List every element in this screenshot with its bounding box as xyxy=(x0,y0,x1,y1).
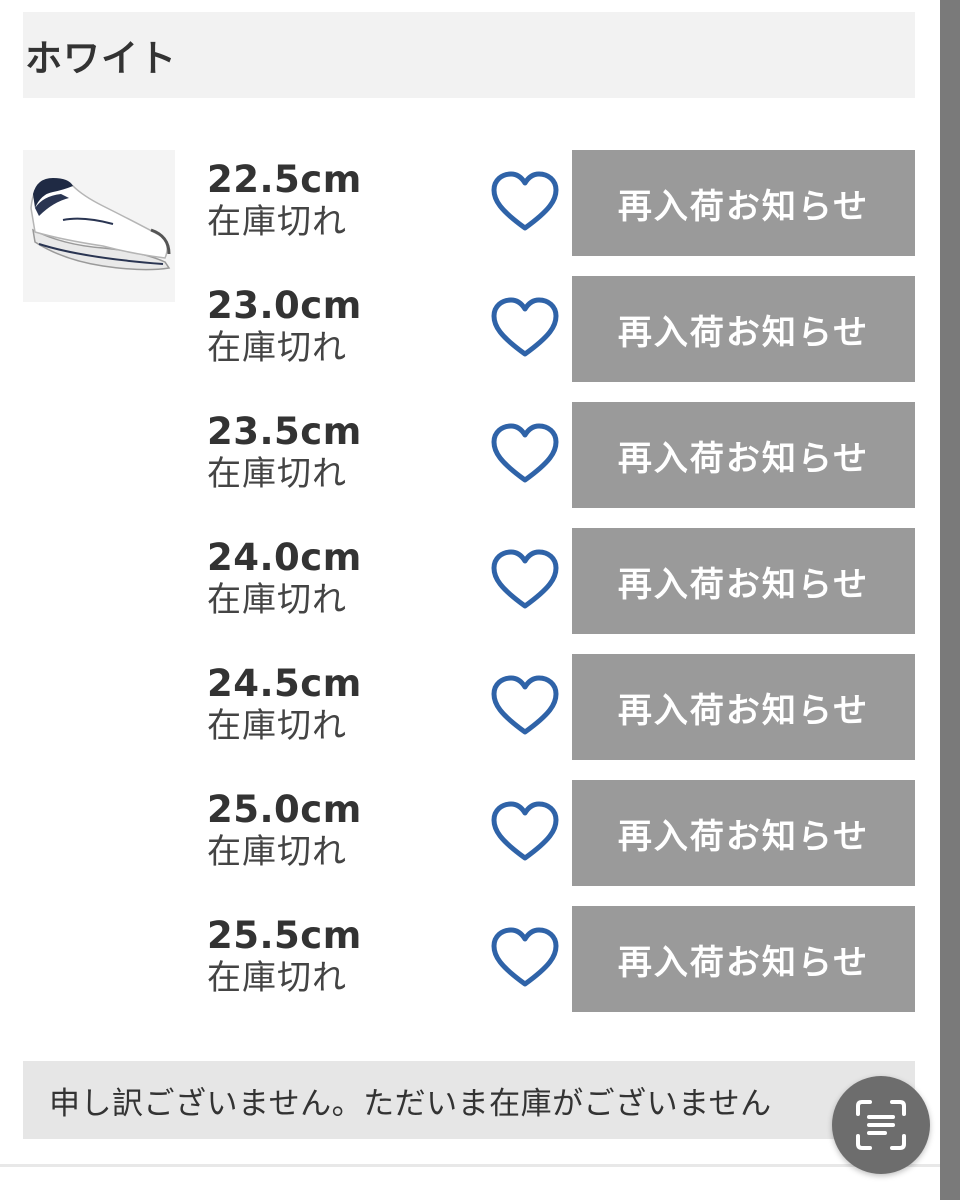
restock-notify-button[interactable]: 再入荷お知らせ xyxy=(572,780,915,886)
restock-notify-button[interactable]: 再入荷お知らせ xyxy=(572,276,915,382)
out-of-stock-notice: 申し訳ございません。ただいま在庫がございません xyxy=(23,1061,915,1139)
stock-status: 在庫切れ xyxy=(207,958,347,998)
size-label: 23.5cm xyxy=(207,410,362,453)
color-name: ホワイト xyxy=(25,37,177,80)
variant-section: ホワイト 22.5cm 在庫切れ 再入荷お知らせ 23.0cm 在庫切れ 再入荷… xyxy=(23,12,915,1012)
heart-outline-icon[interactable] xyxy=(490,170,560,234)
size-row: 22.5cm 在庫切れ 再入荷お知らせ xyxy=(23,150,915,256)
heart-outline-icon[interactable] xyxy=(490,674,560,738)
heart-outline-icon[interactable] xyxy=(490,548,560,612)
size-row: 24.0cm 在庫切れ 再入荷お知らせ xyxy=(23,528,915,634)
size-rows: 22.5cm 在庫切れ 再入荷お知らせ 23.0cm 在庫切れ 再入荷お知らせ xyxy=(23,150,915,1032)
stock-status: 在庫切れ xyxy=(207,706,347,746)
heart-outline-icon[interactable] xyxy=(490,422,560,486)
scrollbar[interactable] xyxy=(940,0,960,1200)
size-row: 23.0cm 在庫切れ 再入荷お知らせ xyxy=(23,276,915,382)
heart-outline-icon[interactable] xyxy=(490,296,560,360)
out-of-stock-text: 申し訳ございません。ただいま在庫がございません xyxy=(49,1085,772,1122)
size-label: 22.5cm xyxy=(207,158,362,201)
stock-status: 在庫切れ xyxy=(207,832,347,872)
heart-outline-icon[interactable] xyxy=(490,926,560,990)
size-info: 25.0cm 在庫切れ xyxy=(207,788,467,872)
size-info: 23.0cm 在庫切れ xyxy=(207,284,467,368)
size-label: 24.0cm xyxy=(207,536,362,579)
size-info: 24.0cm 在庫切れ xyxy=(207,536,467,620)
text-scan-icon xyxy=(856,1100,906,1150)
size-row: 25.5cm 在庫切れ 再入荷お知らせ xyxy=(23,906,915,1012)
divider xyxy=(0,1164,940,1167)
color-header: ホワイト xyxy=(23,12,915,98)
stock-status: 在庫切れ xyxy=(207,454,347,494)
size-label: 25.5cm xyxy=(207,914,362,957)
size-info: 24.5cm 在庫切れ xyxy=(207,662,467,746)
restock-notify-button[interactable]: 再入荷お知らせ xyxy=(572,150,915,256)
size-label: 23.0cm xyxy=(207,284,362,327)
size-row: 25.0cm 在庫切れ 再入荷お知らせ xyxy=(23,780,915,886)
stock-status: 在庫切れ xyxy=(207,328,347,368)
stock-status: 在庫切れ xyxy=(207,580,347,620)
size-info: 25.5cm 在庫切れ xyxy=(207,914,467,998)
size-info: 22.5cm 在庫切れ xyxy=(207,158,467,242)
restock-notify-button[interactable]: 再入荷お知らせ xyxy=(572,906,915,1012)
restock-notify-button[interactable]: 再入荷お知らせ xyxy=(572,528,915,634)
size-info: 23.5cm 在庫切れ xyxy=(207,410,467,494)
size-row: 24.5cm 在庫切れ 再入荷お知らせ xyxy=(23,654,915,760)
restock-notify-button[interactable]: 再入荷お知らせ xyxy=(572,402,915,508)
size-label: 24.5cm xyxy=(207,662,362,705)
text-scan-button[interactable] xyxy=(832,1076,930,1174)
size-row: 23.5cm 在庫切れ 再入荷お知らせ xyxy=(23,402,915,508)
restock-notify-button[interactable]: 再入荷お知らせ xyxy=(572,654,915,760)
stock-status: 在庫切れ xyxy=(207,202,347,242)
size-label: 25.0cm xyxy=(207,788,362,831)
size-variant-list: 22.5cm 在庫切れ 再入荷お知らせ 23.0cm 在庫切れ 再入荷お知らせ xyxy=(23,150,915,1012)
heart-outline-icon[interactable] xyxy=(490,800,560,864)
